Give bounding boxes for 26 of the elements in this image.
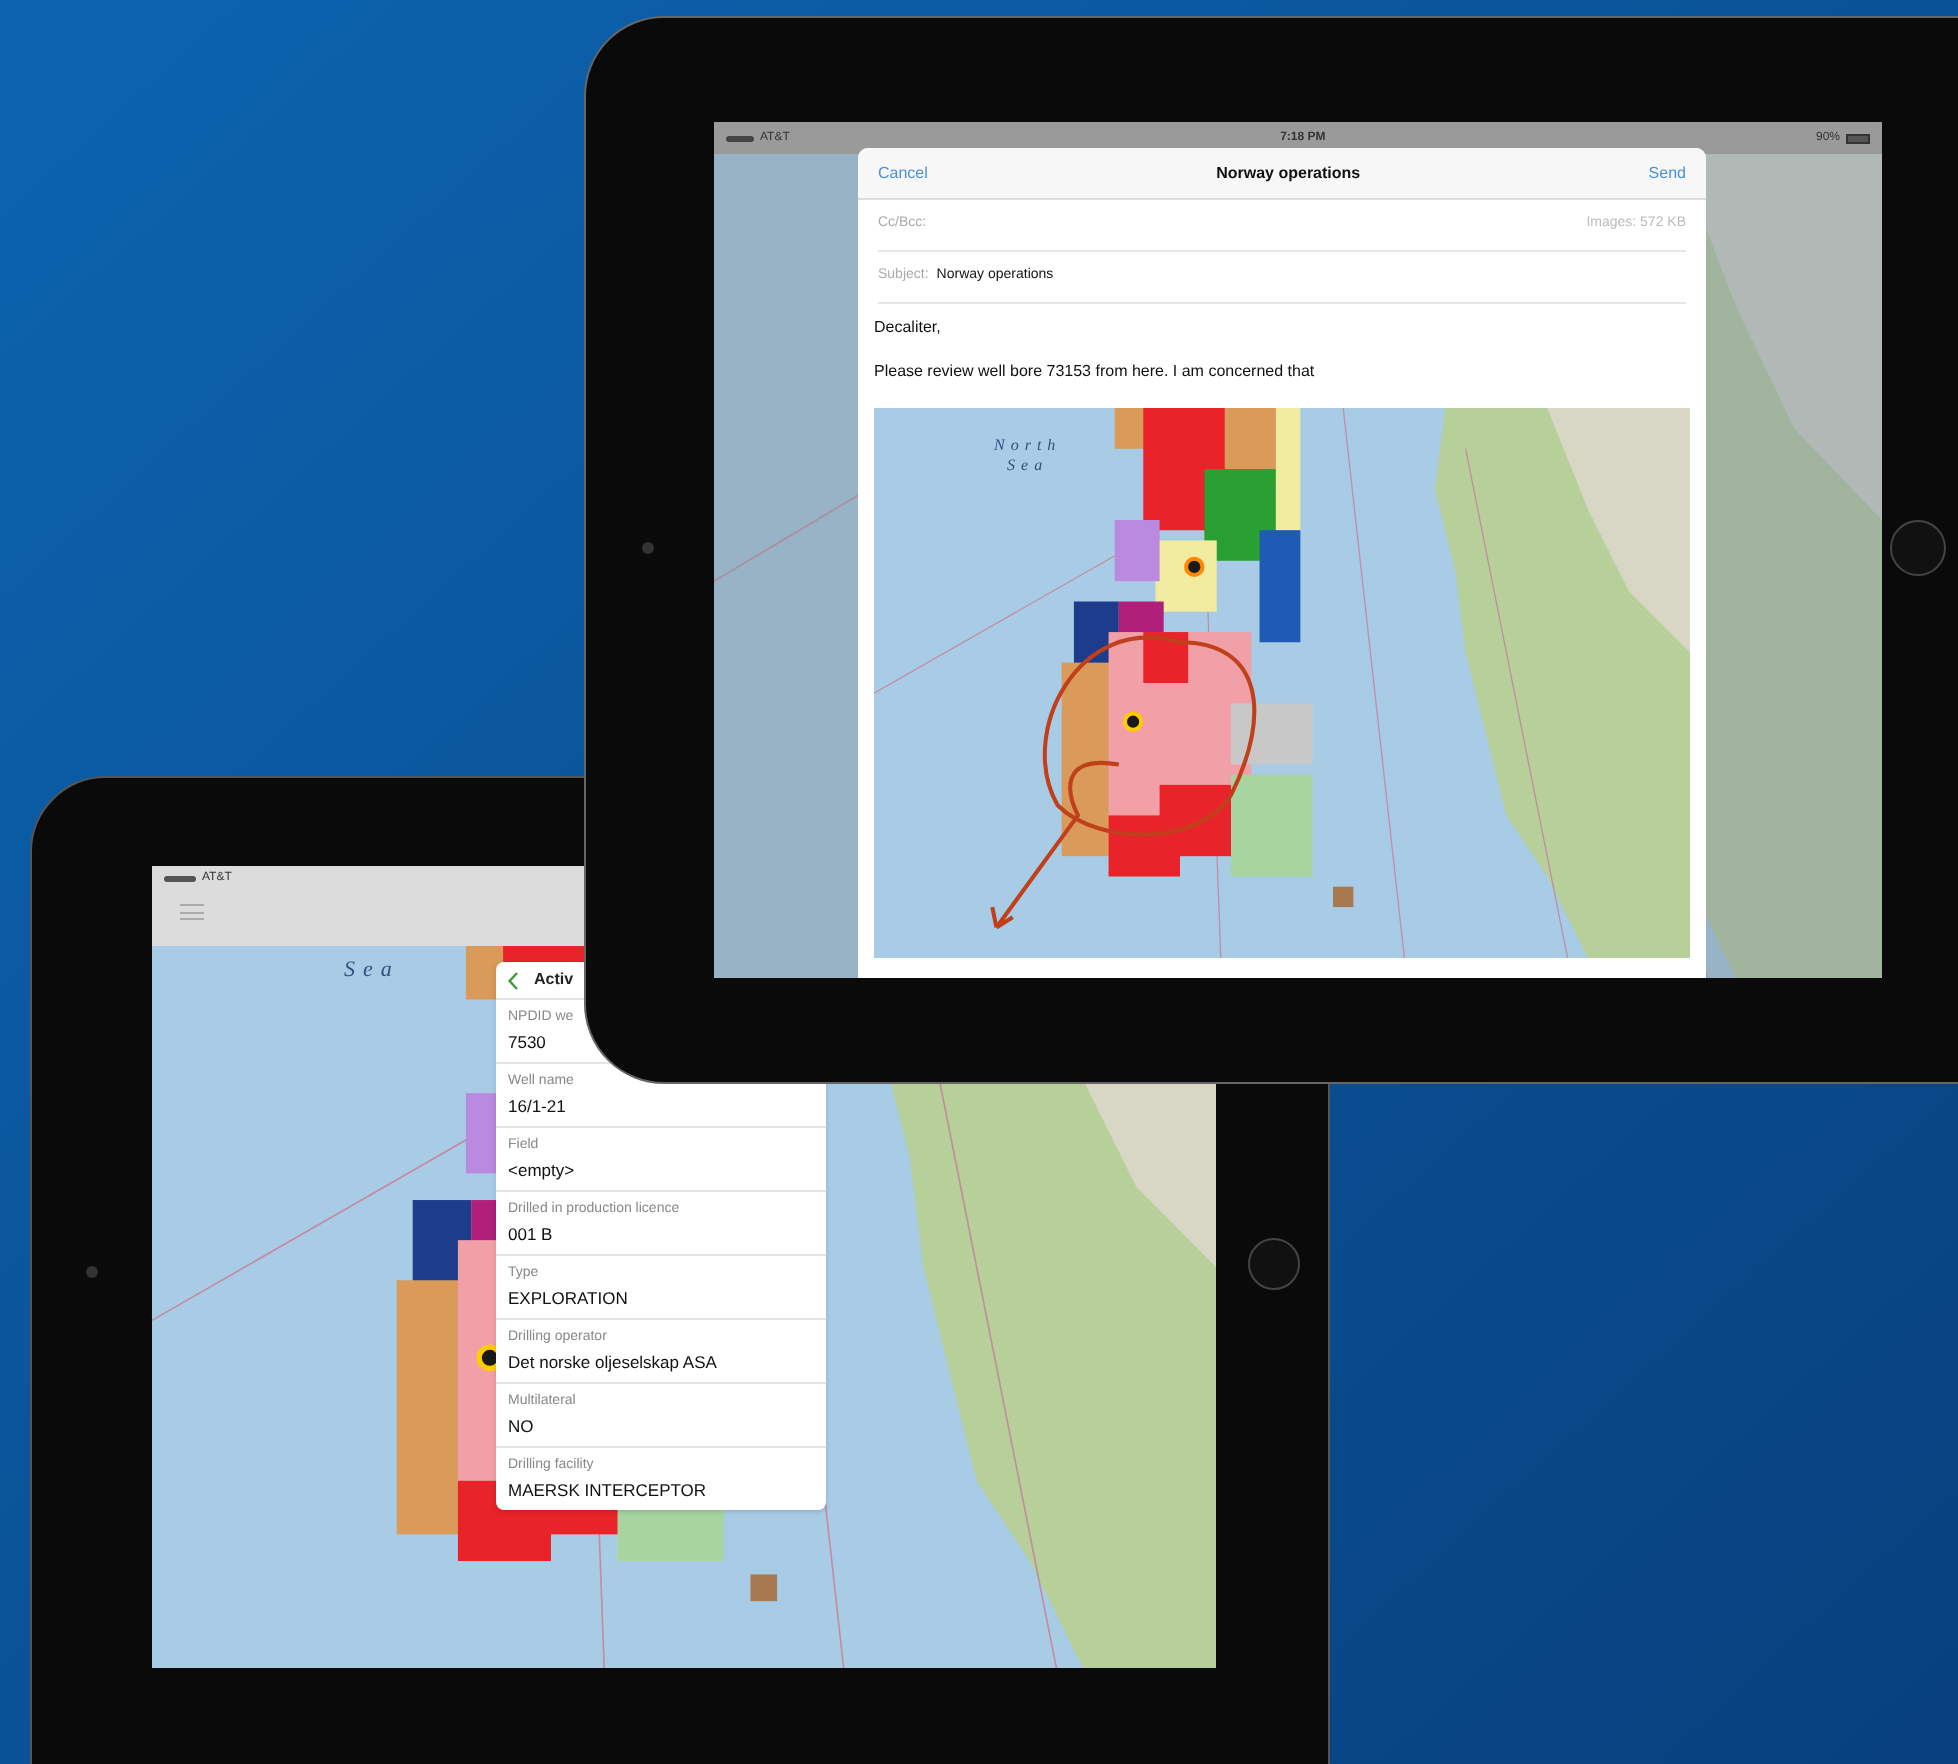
back-chevron-icon[interactable] bbox=[508, 971, 518, 989]
cancel-button[interactable]: Cancel bbox=[878, 161, 928, 185]
field-value: 7530 bbox=[508, 1030, 548, 1056]
field-value: 001 B bbox=[508, 1222, 555, 1248]
home-button[interactable] bbox=[1890, 520, 1946, 576]
send-button[interactable]: Send bbox=[1648, 161, 1686, 185]
field-value: NO bbox=[508, 1414, 536, 1440]
field-value: MAERSK INTERCEPTOR bbox=[508, 1478, 709, 1504]
map-label: Sea bbox=[1007, 456, 1049, 476]
field-value: 16/1-21 bbox=[508, 1094, 568, 1120]
home-button[interactable] bbox=[1248, 1238, 1300, 1290]
menu-icon[interactable] bbox=[180, 904, 204, 920]
field-value: Det norske oljeselskap ASA bbox=[508, 1350, 719, 1376]
camera-icon bbox=[86, 1266, 98, 1278]
camera-icon bbox=[642, 542, 654, 554]
map-label: Sea bbox=[344, 956, 400, 986]
compose-title: Norway operations bbox=[1216, 161, 1361, 185]
field-value: <empty> bbox=[508, 1158, 577, 1184]
map-label: North bbox=[994, 436, 1062, 456]
panel-title: Activ bbox=[534, 968, 574, 992]
message-text: Decaliter, bbox=[874, 316, 943, 340]
field-value: EXPLORATION bbox=[508, 1286, 630, 1312]
signal-icon bbox=[726, 135, 754, 141]
signal-icon bbox=[164, 876, 196, 882]
message-text: Please review well bore 73153 from here. I am concerned that bbox=[874, 360, 1317, 384]
battery-icon bbox=[1846, 133, 1870, 143]
